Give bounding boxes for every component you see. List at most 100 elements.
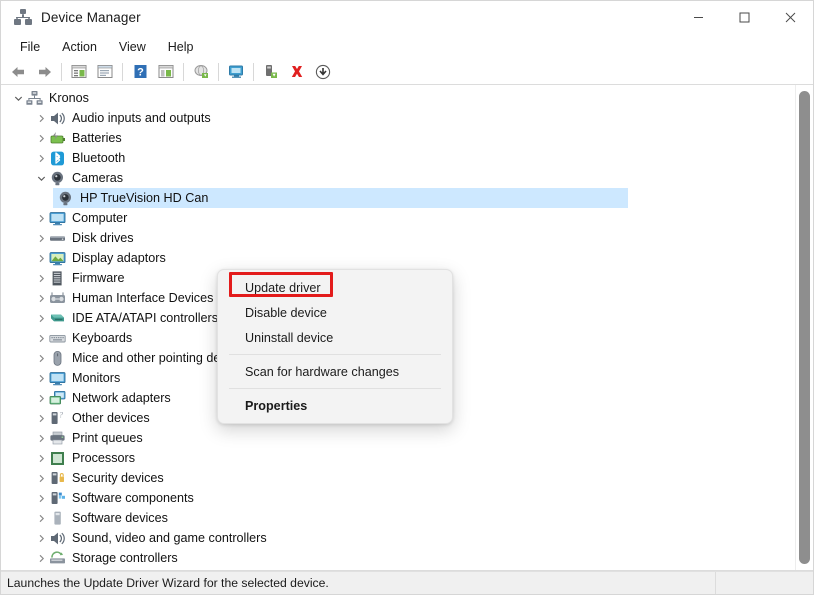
disable-device-icon[interactable] <box>310 61 336 83</box>
tree-row-cameras[interactable]: Cameras <box>1 168 796 188</box>
chevron-right-icon[interactable] <box>34 208 49 228</box>
context-menu-separator <box>229 388 441 389</box>
chevron-right-icon[interactable] <box>34 348 49 368</box>
speaker-icon <box>49 110 66 127</box>
storage-controller-icon <box>49 550 66 567</box>
context-menu-item-update-driver[interactable]: Update driver <box>218 275 452 300</box>
chevron-right-icon[interactable] <box>34 308 49 328</box>
chevron-right-icon[interactable] <box>34 568 49 570</box>
chevron-right-icon[interactable] <box>34 368 49 388</box>
scan-for-hardware-changes-icon[interactable] <box>188 61 214 83</box>
update-driver-icon[interactable] <box>153 61 179 83</box>
chevron-right-icon[interactable] <box>34 288 49 308</box>
tree-row-label: Cameras <box>72 171 124 185</box>
tree-row-software-devices[interactable]: Software devices <box>1 508 796 528</box>
menu-file[interactable]: File <box>9 37 51 57</box>
scrollbar-thumb[interactable] <box>799 91 810 564</box>
tree-row-security-devices[interactable]: Security devices <box>1 468 796 488</box>
context-menu-item-label: Disable device <box>245 305 327 320</box>
other-device-icon: ? <box>49 410 66 427</box>
uninstall-device-icon[interactable] <box>284 61 310 83</box>
maximize-icon[interactable] <box>721 1 767 34</box>
chevron-right-icon[interactable] <box>34 128 49 148</box>
tree-row-print-queues[interactable]: Print queues <box>1 428 796 448</box>
context-menu-item-properties[interactable]: Properties <box>218 393 452 418</box>
ide-controller-icon <box>49 310 66 327</box>
tree-row-bluetooth[interactable]: Bluetooth <box>1 148 796 168</box>
tree-row-label: Audio inputs and outputs <box>72 111 211 125</box>
context-menu-item-label: Scan for hardware changes <box>245 364 400 379</box>
menu-action[interactable]: Action <box>51 37 108 57</box>
chevron-right-icon[interactable] <box>34 228 49 248</box>
properties-icon[interactable] <box>92 61 118 83</box>
tree-row-label: Print queues <box>72 431 143 445</box>
tree-row-hp-truevision-hd-camera[interactable]: HP TrueVision HD Can <box>1 188 796 208</box>
chevron-right-icon[interactable] <box>34 388 49 408</box>
tree-row-disk-drives[interactable]: Disk drives <box>1 228 796 248</box>
tree-row-label: Other devices <box>72 411 150 425</box>
chevron-right-icon[interactable] <box>34 408 49 428</box>
chevron-down-icon[interactable] <box>11 88 26 108</box>
tree-row-audio-inputs-and-outputs[interactable]: Audio inputs and outputs <box>1 108 796 128</box>
toolbar-separator <box>122 62 123 81</box>
chevron-right-icon[interactable] <box>34 548 49 568</box>
context-menu-item-disable-device[interactable]: Disable device <box>218 300 452 325</box>
vertical-scrollbar[interactable] <box>795 85 813 570</box>
tree-row-display-adaptors[interactable]: Display adaptors <box>1 248 796 268</box>
status-bar: Launches the Update Driver Wizard for th… <box>1 571 813 594</box>
view-devices-icon[interactable] <box>223 61 249 83</box>
chevron-right-icon[interactable] <box>34 468 49 488</box>
context-menu-item-label: Properties <box>245 398 308 413</box>
tree-row-label: Monitors <box>72 371 121 385</box>
context-menu-item-label: Uninstall device <box>245 330 334 345</box>
menu-view[interactable]: View <box>108 37 157 57</box>
chevron-right-icon[interactable] <box>34 268 49 288</box>
tree-row-label: Processors <box>72 451 135 465</box>
chevron-right-icon[interactable] <box>34 528 49 548</box>
show-hide-console-tree-icon[interactable] <box>66 61 92 83</box>
chevron-right-icon[interactable] <box>34 108 49 128</box>
tree-row-label: Network adapters <box>72 391 171 405</box>
tree-row-storage-controllers[interactable]: Storage controllers <box>1 548 796 568</box>
back-icon[interactable] <box>5 61 31 83</box>
tree-row-label: Storage controllers <box>72 551 178 565</box>
chevron-right-icon[interactable] <box>34 428 49 448</box>
tree-row-label: Sound, video and game controllers <box>72 531 267 545</box>
chevron-right-icon[interactable] <box>34 328 49 348</box>
tree-row-system-devices[interactable]: System devices <box>1 568 796 570</box>
camera-icon <box>57 190 74 207</box>
chevron-right-icon[interactable] <box>34 248 49 268</box>
system-device-icon <box>49 570 66 571</box>
processor-icon <box>49 450 66 467</box>
context-menu-item-uninstall-device[interactable]: Uninstall device <box>218 325 452 350</box>
firmware-icon <box>49 270 66 287</box>
chevron-right-icon[interactable] <box>34 448 49 468</box>
tree-row-computer[interactable]: Computer <box>1 208 796 228</box>
keyboard-icon <box>49 330 66 347</box>
help-icon[interactable]: ? <box>127 61 153 83</box>
tree-row-label: Display adaptors <box>72 251 166 265</box>
printer-icon <box>49 430 66 447</box>
chevron-down-icon[interactable] <box>34 168 49 188</box>
computer-tree-icon <box>26 90 43 107</box>
tree-row-sound-video-and-game-controllers[interactable]: Sound, video and game controllers <box>1 528 796 548</box>
close-icon[interactable] <box>767 1 813 34</box>
chevron-right-icon[interactable] <box>34 148 49 168</box>
toolbar-separator <box>183 62 184 81</box>
device-tree-pane: Kronos Audio inputs and outputs Batterie… <box>1 85 813 571</box>
tree-row-root[interactable]: Kronos <box>1 88 796 108</box>
chevron-right-icon[interactable] <box>34 508 49 528</box>
device-manager-window: Device Manager File Action View Help ? K… <box>0 0 814 595</box>
context-menu: Update driver Disable device Uninstall d… <box>217 269 453 424</box>
tree-row-processors[interactable]: Processors <box>1 448 796 468</box>
tree-row-software-components[interactable]: Software components <box>1 488 796 508</box>
forward-icon[interactable] <box>31 61 57 83</box>
minimize-icon[interactable] <box>675 1 721 34</box>
context-menu-item-scan-for-hardware-changes[interactable]: Scan for hardware changes <box>218 359 452 384</box>
tree-row-batteries[interactable]: Batteries <box>1 128 796 148</box>
enable-device-icon[interactable] <box>258 61 284 83</box>
software-component-icon <box>49 490 66 507</box>
tree-row-label: Software devices <box>72 511 168 525</box>
chevron-right-icon[interactable] <box>34 488 49 508</box>
menu-help[interactable]: Help <box>157 37 205 57</box>
